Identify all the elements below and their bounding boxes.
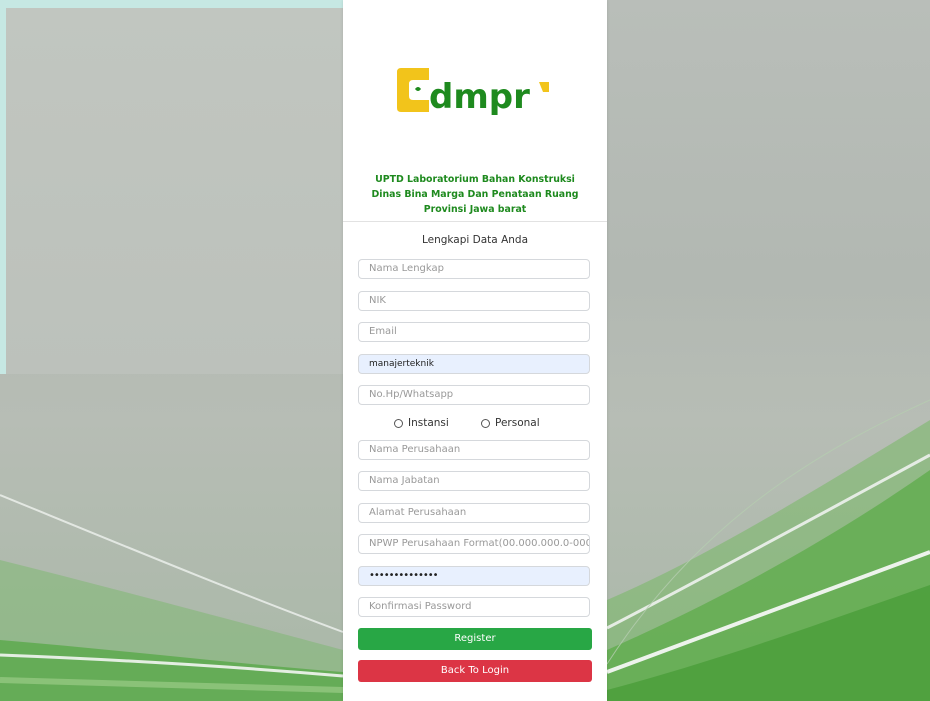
register-card: dmpr UPTD Laboratorium Bahan Konstruksi … (343, 0, 607, 701)
logo-text: dmpr (429, 77, 530, 117)
type-radio-group: Instansi Personal (343, 416, 607, 432)
alamat-perusahaan-input[interactable]: Alamat Perusahaan (358, 503, 590, 523)
konfirmasi-password-input[interactable]: Konfirmasi Password (358, 597, 590, 617)
register-button[interactable]: Register (358, 628, 592, 650)
email-input[interactable]: Email (358, 322, 590, 342)
org-line-1: UPTD Laboratorium Bahan Konstruksi (375, 174, 575, 185)
radio-instansi[interactable]: Instansi (394, 417, 449, 429)
nik-input[interactable]: NIK (358, 291, 590, 311)
password-input[interactable]: •••••••••••••• (358, 566, 590, 586)
radio-personal-label: Personal (495, 417, 540, 429)
npwp-input[interactable]: NPWP Perusahaan Format(00.000.000.0-000 (358, 534, 590, 554)
org-line-3: Provinsi Jawa barat (423, 204, 527, 215)
nama-lengkap-input[interactable]: Nama Lengkap (358, 259, 590, 279)
back-to-login-button[interactable]: Back To Login (358, 660, 592, 682)
nama-perusahaan-input[interactable]: Nama Perusahaan (358, 440, 590, 460)
radio-instansi-label: Instansi (408, 417, 449, 429)
username-input[interactable]: manajerteknik (358, 354, 590, 374)
radio-circle-icon (394, 418, 403, 428)
nama-jabatan-input[interactable]: Nama Jabatan (358, 471, 590, 491)
radio-personal[interactable]: Personal (481, 417, 540, 429)
divider (343, 221, 607, 222)
logo-icon: dmpr (397, 68, 549, 117)
org-line-2: Dinas Bina Marga Dan Penataan Ruang (371, 189, 579, 200)
form-title: Lengkapi Data Anda (421, 234, 529, 246)
logo: dmpr (343, 62, 607, 122)
phone-input[interactable]: No.Hp/Whatsapp (358, 385, 590, 405)
radio-circle-icon (481, 418, 490, 428)
organization-name: UPTD Laboratorium Bahan Konstruksi Dinas… (343, 172, 607, 217)
